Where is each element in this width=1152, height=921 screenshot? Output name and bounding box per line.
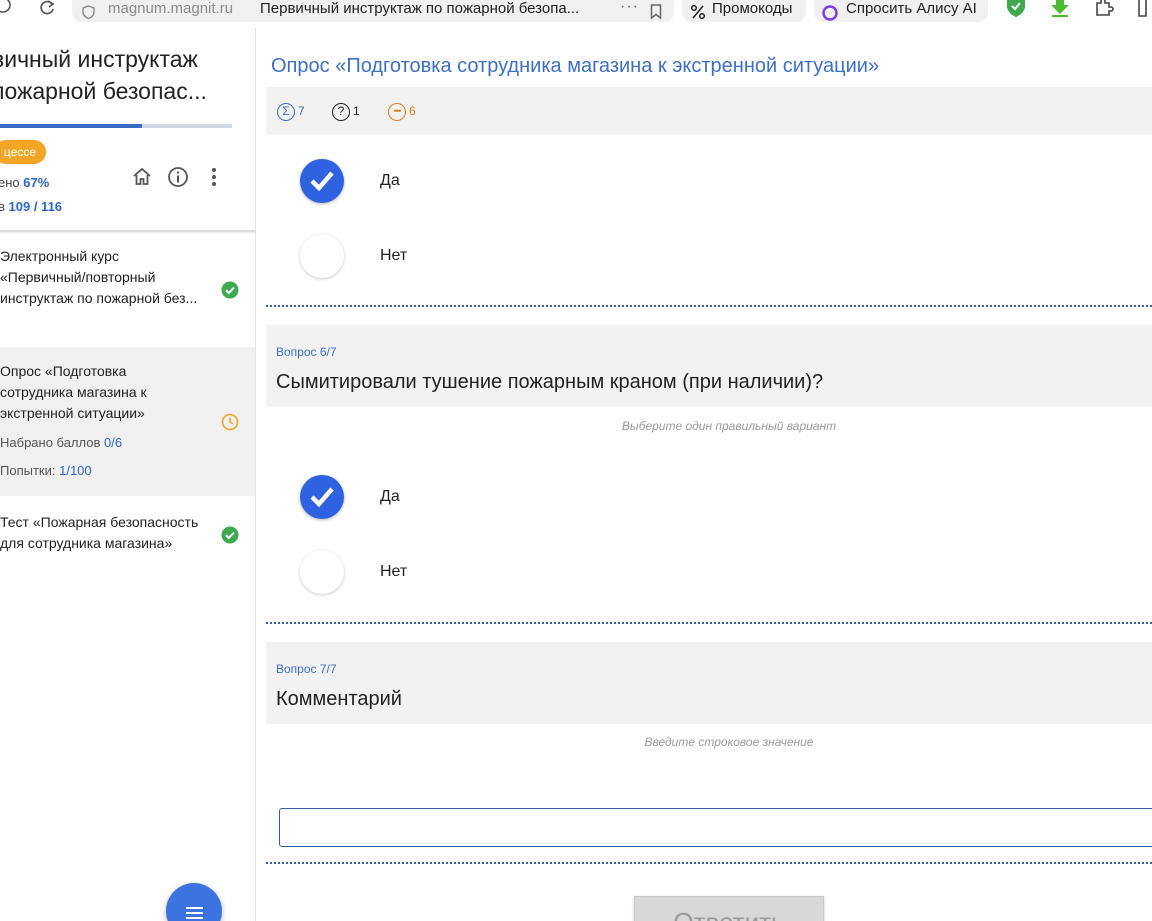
radio-checked[interactable] bbox=[300, 475, 344, 519]
download-icon[interactable] bbox=[1049, 0, 1071, 18]
menu-fab-button[interactable] bbox=[166, 883, 222, 921]
score-label: Набрано баллов bbox=[0, 435, 101, 450]
pending-count: 6 bbox=[409, 104, 416, 119]
alice-button[interactable]: Спросить Алису AI bbox=[814, 0, 988, 22]
clock-icon bbox=[221, 413, 239, 431]
check-circle-icon bbox=[221, 281, 239, 299]
pending-questions[interactable]: ••• 6 bbox=[388, 103, 416, 121]
completed-value: 67% bbox=[23, 175, 50, 190]
submit-button[interactable]: Ответить bbox=[634, 896, 824, 921]
browser-toolbar: magnum.magnit.ru Первичный инструктаж по… bbox=[0, 0, 1152, 28]
points-label: в bbox=[0, 199, 5, 214]
attempts-label: Попытки: bbox=[0, 463, 56, 478]
address-bar[interactable]: magnum.magnit.ru Первичный инструктаж по… bbox=[72, 0, 674, 22]
course-title-line1: вичный инструктаж bbox=[0, 46, 198, 72]
option-label: Нет bbox=[380, 563, 408, 580]
points-value: 109 / 116 bbox=[8, 199, 63, 214]
course-sidebar: вичный инструктаж пожарной безопас... це… bbox=[0, 28, 256, 921]
course-title-line2: пожарной безопас... bbox=[0, 78, 207, 104]
course-progress-fill bbox=[0, 124, 142, 128]
question-hint: Выберите один правильный вариант bbox=[621, 419, 837, 433]
score-value: 0/6 bbox=[104, 435, 123, 450]
check-icon bbox=[310, 487, 334, 508]
comment-input[interactable] bbox=[279, 808, 1152, 847]
sigma-icon: Σ bbox=[277, 103, 295, 121]
home-icon[interactable] bbox=[131, 166, 153, 188]
promo-button[interactable]: Промокоды bbox=[682, 0, 806, 22]
bookmark-icon[interactable] bbox=[650, 4, 662, 19]
question-text: Сымитировали тушение пожарным краном (пр… bbox=[276, 371, 824, 393]
score-line: Набрано баллов 0/6 bbox=[0, 435, 122, 450]
info-icon[interactable] bbox=[167, 166, 189, 188]
sidebar-item-test[interactable]: Тест «Пожарная безопасность для сотрудни… bbox=[0, 500, 255, 570]
radio-unchecked[interactable] bbox=[300, 550, 344, 594]
sidebar-item-label: Электронный курс «Первичный/повторный ин… bbox=[0, 248, 198, 306]
q6-option-no[interactable]: Нет bbox=[300, 550, 800, 596]
points-stat: в 109 / 116 bbox=[0, 199, 62, 214]
question-separator bbox=[266, 305, 1152, 307]
reload-icon[interactable] bbox=[38, 0, 56, 18]
question-6-header: Вопрос 6/7 Сымитировали тушение пожарным… bbox=[266, 325, 1152, 407]
alice-icon bbox=[822, 5, 838, 21]
question-separator bbox=[266, 622, 1152, 624]
ellipsis-icon: ••• bbox=[388, 103, 406, 121]
more-icon[interactable]: ··· bbox=[620, 0, 639, 16]
option-label: Да bbox=[380, 172, 400, 189]
question-7-header: Вопрос 7/7 Комментарий bbox=[266, 642, 1152, 724]
menu-icon-line bbox=[186, 917, 203, 919]
q6-option-yes[interactable]: Да bbox=[300, 475, 800, 521]
site-shield-icon[interactable] bbox=[82, 5, 95, 19]
radio-checked[interactable] bbox=[300, 159, 344, 203]
check-circle-icon bbox=[221, 526, 239, 544]
menu-icon-line bbox=[186, 912, 203, 914]
protect-shield-icon[interactable] bbox=[1005, 0, 1027, 18]
question-text: Комментарий bbox=[276, 688, 402, 710]
attempts-line: Попытки: 1/100 bbox=[0, 463, 92, 478]
option-label: Нет bbox=[380, 247, 408, 264]
question-hint: Введите строковое значение bbox=[644, 735, 814, 749]
question-number: Вопрос 7/7 bbox=[276, 662, 337, 676]
alice-label: Спросить Алису AI bbox=[846, 0, 977, 17]
page-title: Опрос «Подготовка сотрудника магазина к … bbox=[271, 55, 880, 77]
total-count: 7 bbox=[298, 104, 305, 119]
attempts-value: 1/100 bbox=[59, 463, 92, 478]
unanswered-count: 1 bbox=[353, 104, 360, 119]
question-stats-bar: Σ7 ? 1 ••• 6 bbox=[266, 87, 1152, 135]
tab-title: Первичный инструктаж по пожарной безопа.… bbox=[260, 0, 580, 17]
status-badge: цессе bbox=[0, 140, 47, 164]
back-icon[interactable] bbox=[0, 0, 12, 18]
question-number: Вопрос 6/7 bbox=[276, 345, 337, 359]
course-progress-bar bbox=[0, 124, 232, 128]
unanswered-questions[interactable]: ? 1 bbox=[332, 103, 360, 121]
option-label: Да bbox=[380, 488, 400, 505]
q5-option-no[interactable]: Нет bbox=[300, 234, 800, 280]
sidebar-item-label: Опрос «Подготовка сотрудника магазина к … bbox=[0, 363, 147, 421]
check-icon bbox=[310, 171, 334, 192]
course-title: вичный инструктаж пожарной безопас... bbox=[0, 43, 242, 107]
sidebar-divider bbox=[0, 230, 256, 232]
total-questions[interactable]: Σ7 bbox=[277, 103, 305, 121]
extensions-icon[interactable] bbox=[1093, 0, 1115, 18]
question-separator bbox=[266, 862, 1152, 864]
profile-icon[interactable] bbox=[1136, 0, 1152, 18]
completed-label: ено bbox=[0, 175, 20, 190]
more-vert-icon[interactable] bbox=[203, 166, 225, 188]
url-domain: magnum.magnit.ru bbox=[108, 0, 234, 17]
question-icon: ? bbox=[332, 103, 350, 121]
completed-stat: ено 67% bbox=[0, 175, 49, 190]
percent-icon bbox=[690, 4, 706, 20]
menu-icon-line bbox=[186, 907, 203, 909]
q5-option-yes[interactable]: Да bbox=[300, 159, 800, 205]
promo-label: Промокоды bbox=[712, 0, 793, 17]
sidebar-item-label: Тест «Пожарная безопасность для сотрудни… bbox=[0, 514, 199, 551]
sidebar-item-course[interactable]: Электронный курс «Первичный/повторный ин… bbox=[0, 233, 255, 345]
survey-main: Опрос «Подготовка сотрудника магазина к … bbox=[256, 28, 1152, 921]
radio-unchecked[interactable] bbox=[300, 234, 344, 278]
sidebar-item-survey[interactable]: Опрос «Подготовка сотрудника магазина к … bbox=[0, 347, 255, 496]
